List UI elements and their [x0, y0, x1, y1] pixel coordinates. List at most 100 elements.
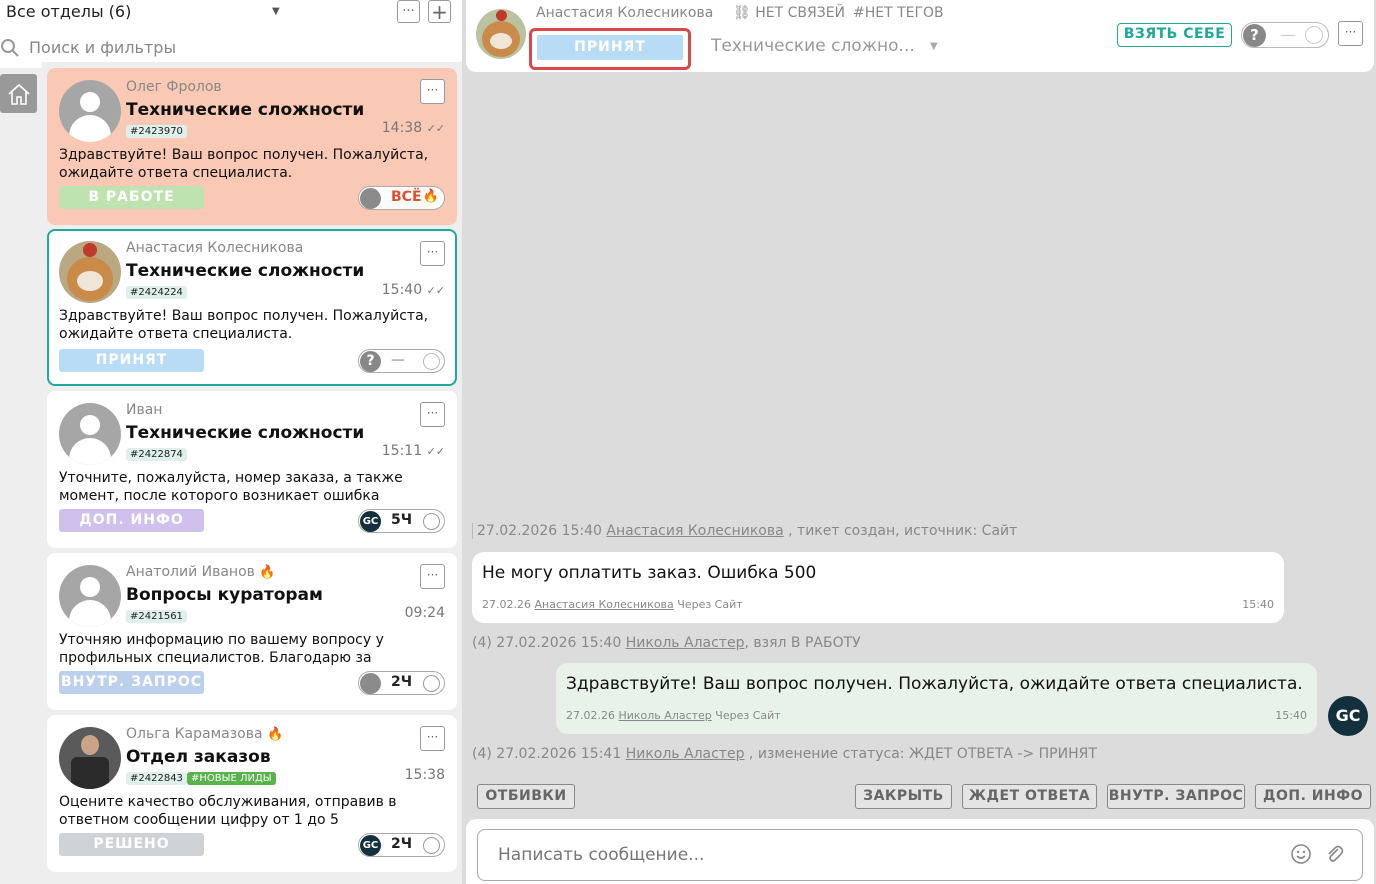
double-check-icon: ✓✓ — [426, 284, 445, 297]
otbivki-button[interactable]: ОТБИВКИ — [477, 784, 575, 809]
department-selector[interactable]: Все отделы (6) — [6, 2, 131, 21]
more-info-button[interactable]: ДОП. ИНФО — [1255, 784, 1371, 809]
last-message: Здравствуйте! Ваш вопрос получен. Пожалу… — [59, 147, 429, 181]
ticket-id: #2422843 — [126, 772, 187, 785]
system-event: (4) 27.02.2026 15:41 Николь Аластер , из… — [472, 746, 1097, 762]
home-icon[interactable] — [0, 74, 37, 113]
tags-label[interactable]: #НЕТ ТЕГОВ — [853, 5, 944, 21]
message-text: Не могу оплатить заказ. Ошибка 500 — [482, 563, 817, 583]
system-event: (4) 27.02.2026 15:40 Николь Аластер, взя… — [472, 635, 861, 651]
message-time: 15:40 — [1242, 598, 1274, 611]
ticket-list-panel: Все отделы (6) ▼ ··· + Поиск и фильтры О… — [0, 0, 462, 884]
assignee-pill[interactable]: ? — — [358, 349, 445, 373]
wait-answer-button[interactable]: ЖДЕТ ОТВЕТА — [962, 784, 1097, 809]
double-check-icon: ✓✓ — [426, 122, 445, 135]
client-name: Ольга Карамазова 🔥 — [126, 726, 284, 742]
message-input[interactable] — [477, 829, 1363, 881]
attachment-icon[interactable] — [1323, 843, 1345, 865]
card-menu-button[interactable]: ··· — [420, 726, 445, 751]
avatar — [59, 241, 121, 303]
fire-icon: 🔥 — [259, 565, 276, 580]
pause-icon — [423, 513, 440, 530]
double-check-icon: ✓✓ — [426, 445, 445, 458]
close-ticket-button[interactable]: ЗАКРЫТЬ — [855, 784, 952, 809]
ticket-time: 14:38 ✓✓ — [381, 120, 445, 136]
ticket-topic: Технические сложности — [126, 423, 365, 443]
client-name: Иван — [126, 402, 163, 418]
client-name: Анастасия Колесникова — [126, 240, 304, 256]
header-menu-button[interactable]: ··· — [1338, 21, 1363, 46]
status-badge[interactable]: ДОП. ИНФО — [59, 509, 204, 532]
ticket-topic: Технические сложности — [126, 100, 365, 120]
ticket-id: #2421561 — [126, 610, 187, 623]
ticket-tag: #НОВЫЕ ЛИДЫ — [187, 772, 276, 785]
chevron-down-icon[interactable]: ▼ — [930, 41, 938, 52]
ticket-id: #2423970 — [126, 125, 187, 138]
card-menu-button[interactable]: ··· — [420, 79, 445, 104]
status-badge[interactable]: В РАБОТЕ — [59, 186, 204, 209]
chevron-down-icon[interactable]: ▼ — [272, 6, 280, 17]
pause-icon — [423, 675, 440, 692]
message-text: Здравствуйте! Ваш вопрос получен. Пожалу… — [566, 674, 1303, 694]
client-name[interactable]: Анастасия Колесникова — [536, 5, 713, 21]
more-options-button[interactable]: ··· — [397, 0, 420, 23]
client-name: Олег Фролов — [126, 79, 222, 95]
ticket-topic: Вопросы кураторам — [126, 585, 323, 605]
link-icon: ⛓ — [733, 5, 751, 21]
ticket-topic: Отдел заказов — [126, 747, 271, 767]
avatar — [59, 403, 121, 465]
status-badge[interactable]: ПРИНЯТ — [537, 35, 683, 60]
assignee-pill[interactable]: GC 2Ч — [358, 833, 445, 857]
pause-icon — [423, 837, 440, 854]
assignee-pill[interactable]: 2Ч — [358, 671, 445, 695]
assignee-pill[interactable]: ВСЁ 🔥 — [358, 186, 445, 210]
ticket-card-active[interactable]: Анастасия Колесникова Технические сложно… — [47, 229, 457, 386]
status-badge[interactable]: ВНУТР. ЗАПРОС — [59, 671, 204, 694]
ticket-id: #2424224 — [126, 286, 187, 299]
last-message: Оцените качество обслуживания, отправив … — [59, 794, 397, 828]
links-label[interactable]: ⛓ НЕТ СВЯЗЕЙ — [733, 5, 845, 21]
help-icon: ? — [1243, 24, 1266, 47]
ticket-card[interactable]: Анатолий Иванов 🔥 Вопросы кураторам #242… — [47, 553, 457, 710]
card-menu-button[interactable]: ··· — [420, 402, 445, 427]
status-badge[interactable]: ПРИНЯТ — [59, 349, 204, 372]
avatar — [59, 80, 121, 142]
assignee-pill[interactable]: GC 5Ч — [358, 509, 445, 533]
emoji-icon[interactable] — [1290, 843, 1312, 865]
ticket-card[interactable]: Иван Технические сложности #2422874 15:1… — [47, 391, 457, 548]
agent-avatar — [360, 673, 381, 694]
ticket-id: #2422874 — [126, 448, 187, 461]
last-message: Здравствуйте! Ваш вопрос получен. Пожалу… — [59, 308, 429, 342]
take-ticket-button[interactable]: ВЗЯТЬ СЕБЕ — [1117, 23, 1232, 47]
outgoing-message: Здравствуйте! Ваш вопрос получен. Пожалу… — [556, 663, 1317, 734]
topic-selector[interactable]: Технические сложно... — [711, 36, 915, 56]
ticket-topic: Технические сложности — [126, 261, 365, 281]
card-menu-button[interactable]: ··· — [420, 241, 445, 266]
help-icon: ? — [360, 351, 381, 372]
last-message: Уточните, пожалуйста, номер заказа, а та… — [59, 470, 403, 504]
ticket-card[interactable]: Ольга Карамазова 🔥 Отдел заказов #242284… — [47, 715, 457, 872]
search-input[interactable]: Поиск и фильтры — [29, 38, 176, 57]
agent-avatar — [360, 188, 381, 209]
fire-icon: 🔥 — [267, 727, 284, 742]
system-event: 27.02.2026 15:40 Анастасия Колесникова ,… — [472, 523, 1017, 539]
internal-request-button[interactable]: ВНУТР. ЗАПРОС — [1107, 784, 1245, 809]
clock-icon — [1305, 26, 1323, 44]
message-meta: 27.02.26 Анастасия Колесникова Через Сай… — [482, 598, 743, 611]
card-menu-button[interactable]: ··· — [420, 564, 445, 589]
client-name: Анатолий Иванов 🔥 — [126, 564, 276, 580]
ticket-time: 09:24 — [404, 605, 445, 621]
ticket-time: 15:38 — [404, 767, 445, 783]
nav-rail — [0, 68, 42, 884]
avatar — [476, 9, 526, 59]
search-icon — [1, 39, 19, 57]
ticket-time: 15:11 ✓✓ — [381, 443, 445, 459]
incoming-message: Не могу оплатить заказ. Ошибка 500 27.02… — [472, 552, 1284, 623]
gc-logo-icon: GC — [360, 835, 381, 856]
agent-avatar: GC — [1328, 696, 1368, 736]
ticket-card[interactable]: Олег Фролов Технические сложности #24239… — [47, 68, 457, 225]
status-badge[interactable]: РЕШЕНО — [59, 833, 204, 856]
assignee-pill[interactable]: ? — — [1241, 22, 1329, 48]
clock-icon — [423, 353, 440, 370]
add-button[interactable]: + — [428, 0, 451, 24]
